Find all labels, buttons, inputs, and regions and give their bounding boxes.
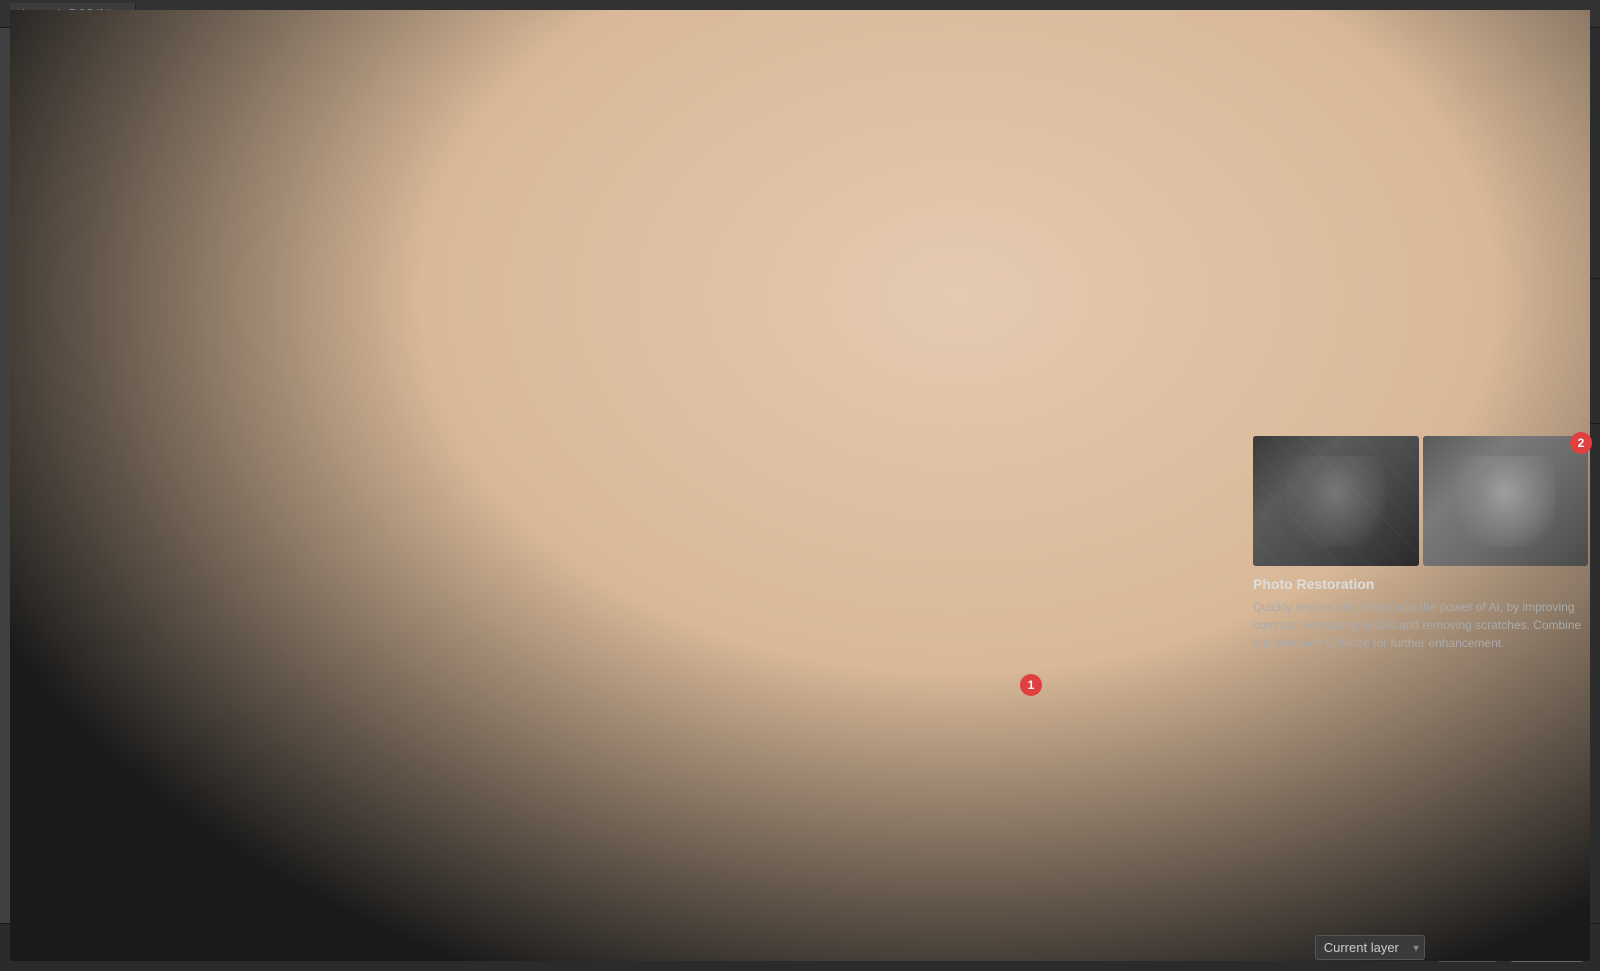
preview-section: Skin smoothing adjusts and removes skin … [1241,28,1600,279]
output-select-wrapper[interactable]: Current layer New layer Smart filter [1315,935,1425,960]
photo-img-after [1423,436,1589,566]
detail-panel: Skin smoothing adjusts and removes skin … [1240,28,1600,923]
main-layout: Neural Filters All filters Wait list ⋯ P… [0,28,1600,923]
photo-restore-desc: Quickly restore old photos with the powe… [1253,598,1588,652]
preview-images [1253,40,1588,220]
output-select[interactable]: Current layer New layer Smart filter [1315,935,1425,960]
step-badge-2-container: 2 [1570,432,1592,454]
photo-restore-title: Photo Restoration [1253,576,1588,592]
photo-restore-section: 2 Photo Restoration Quickly [1241,424,1600,923]
step-badge-1: 1 [1020,674,1042,696]
photo-img-before [1253,436,1419,566]
step-badge-2: 2 [1570,432,1592,454]
preview-after [1423,40,1589,220]
photo-restore-images [1253,436,1588,566]
